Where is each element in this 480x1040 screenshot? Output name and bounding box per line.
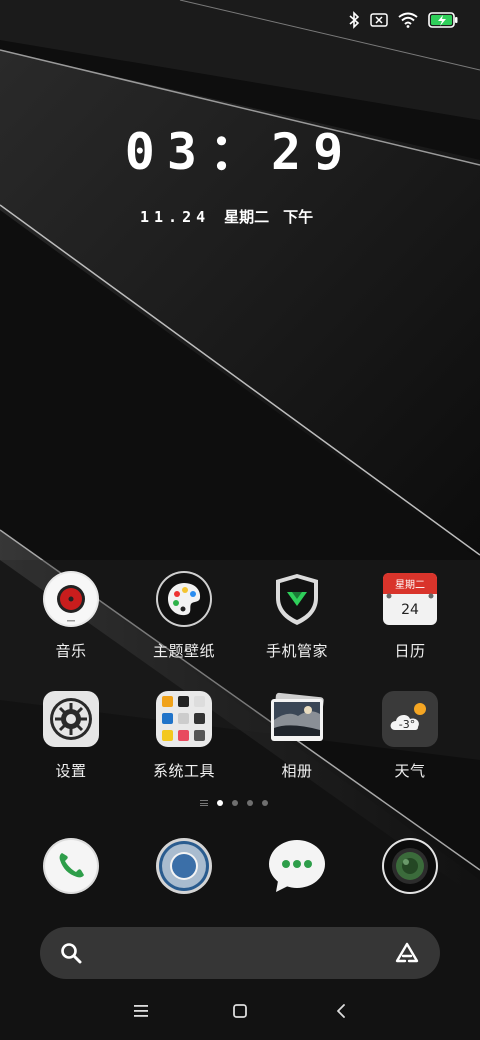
dock-browser[interactable] (155, 837, 213, 895)
nav-back-button[interactable] (326, 998, 356, 1024)
page-dot[interactable] (262, 800, 268, 806)
battery-charging-icon (428, 12, 458, 28)
app-label: 系统工具 (152, 762, 215, 780)
nav-home-button[interactable] (225, 998, 255, 1024)
home-icon (233, 1004, 247, 1018)
clock-time: 03：29 (124, 123, 356, 181)
dock-camera[interactable] (381, 837, 439, 895)
weekday-text: 星期二 (224, 208, 270, 226)
home-screen: 03：29 11.24 星期二 下午 音乐 主题壁纸 手机管家 星期二 24 日… (0, 0, 480, 1040)
bluetooth-icon (349, 11, 360, 29)
dock-phone[interactable] (42, 837, 100, 895)
sim-no-signal-icon (370, 13, 388, 27)
app-label: 音乐 (55, 642, 87, 660)
page-dot[interactable] (232, 800, 238, 806)
calendar-weekday: 星期二 (395, 579, 425, 591)
app-security[interactable]: 手机管家 (242, 570, 352, 661)
page-list-icon[interactable] (200, 800, 208, 806)
date-line: 11.24 星期二 下午 (140, 206, 313, 227)
app-weather[interactable]: -3° 天气 (355, 690, 465, 781)
dock-messages[interactable] (268, 837, 326, 895)
page-dot[interactable] (217, 800, 223, 806)
app-label: 相册 (281, 762, 313, 780)
music-icon (42, 570, 100, 628)
folder-icon (155, 690, 213, 748)
assistant-icon[interactable] (394, 942, 420, 964)
menu-icon (134, 1005, 148, 1017)
search-icon[interactable] (60, 942, 82, 964)
back-icon (337, 1004, 345, 1018)
messages-icon (269, 840, 325, 892)
app-label: 设置 (55, 762, 87, 780)
security-shield-icon (268, 570, 326, 628)
browser-icon (156, 838, 212, 894)
theme-palette-icon (155, 570, 213, 628)
gallery-icon (268, 690, 326, 748)
period-text: 下午 (283, 208, 314, 226)
status-bar (348, 8, 458, 32)
app-gallery[interactable]: 相册 (242, 690, 352, 781)
search-bar[interactable] (40, 927, 440, 979)
app-music[interactable]: 音乐 (16, 570, 126, 661)
page-dot[interactable] (247, 800, 253, 806)
calendar-icon: 星期二 24 (381, 570, 439, 628)
settings-gear-icon (42, 690, 100, 748)
app-label: 手机管家 (265, 642, 328, 660)
page-indicator (200, 800, 268, 806)
weather-icon: -3° (381, 690, 439, 748)
app-settings[interactable]: 设置 (16, 690, 126, 781)
nav-menu-button[interactable] (126, 998, 156, 1024)
app-label: 天气 (394, 762, 426, 780)
app-theme[interactable]: 主题壁纸 (129, 570, 239, 661)
app-label: 主题壁纸 (152, 642, 215, 660)
weather-temperature: -3° (399, 718, 415, 731)
calendar-day: 24 (401, 602, 419, 618)
app-label: 日历 (394, 642, 426, 660)
app-system-tools[interactable]: 系统工具 (129, 690, 239, 781)
date-text: 11.24 (140, 207, 211, 226)
wifi-icon (398, 12, 418, 28)
phone-icon (43, 838, 99, 894)
camera-icon (382, 838, 438, 894)
app-calendar[interactable]: 星期二 24 日历 (355, 570, 465, 661)
